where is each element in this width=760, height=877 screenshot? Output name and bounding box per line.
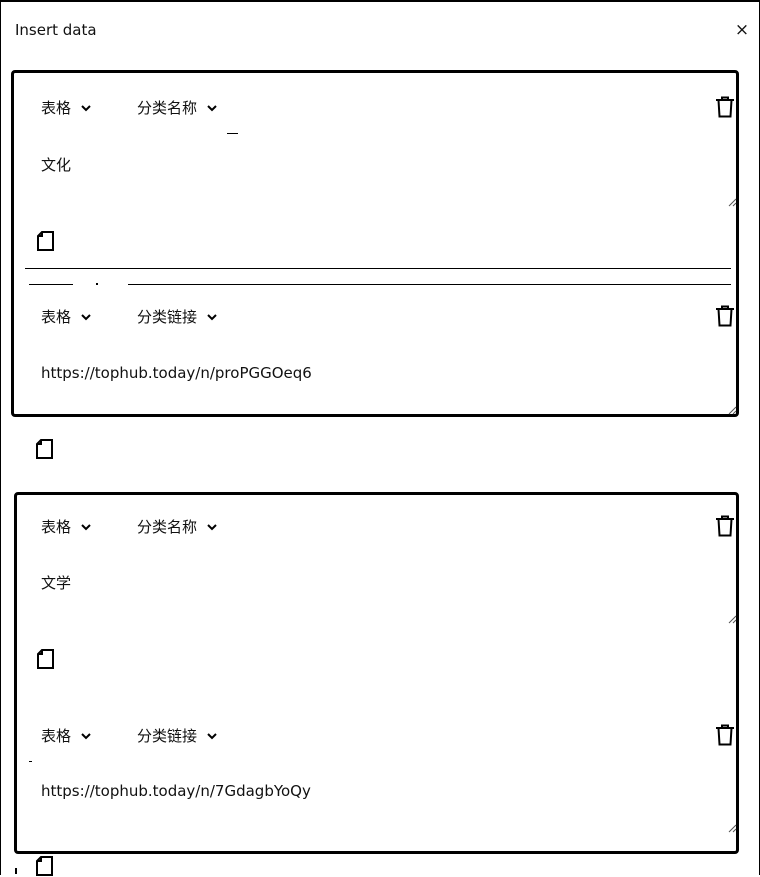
trash-icon[interactable] — [714, 724, 736, 746]
resize-handle-icon[interactable] — [727, 614, 737, 624]
field-select[interactable]: 分类名称 — [137, 97, 217, 118]
resize-handle-icon[interactable] — [727, 405, 737, 415]
field-select[interactable]: 分类链接 — [137, 725, 217, 746]
field-select[interactable]: 分类链接 — [137, 306, 217, 327]
type-select-label: 表格 — [41, 727, 72, 745]
type-select[interactable]: 表格 — [41, 306, 91, 327]
divider-dot — [96, 283, 98, 285]
value-textarea[interactable]: https://tophub.today/n/7GdagbYoQy — [41, 782, 311, 800]
divider — [128, 284, 731, 285]
value-textarea[interactable]: 文学 — [41, 572, 71, 593]
chevron-down-icon — [81, 523, 91, 530]
divider — [25, 268, 731, 269]
value-textarea[interactable]: 文化 — [41, 154, 71, 175]
resize-handle-icon[interactable] — [727, 823, 737, 833]
data-group-2: 表格 分类名称 文学 表格 分类链接 https://tophub.today/… — [14, 492, 739, 854]
chevron-down-icon — [207, 313, 217, 320]
edge-mark — [15, 868, 17, 874]
cursor-mark — [29, 761, 32, 762]
chevron-down-icon — [81, 732, 91, 739]
type-select-label: 表格 — [41, 99, 72, 117]
cursor-mark — [227, 133, 238, 134]
trash-icon[interactable] — [714, 96, 736, 118]
chevron-down-icon — [81, 313, 91, 320]
field-select-label: 分类名称 — [137, 99, 198, 117]
type-select[interactable]: 表格 — [41, 725, 91, 746]
document-icon[interactable] — [36, 648, 56, 670]
close-icon[interactable]: × — [732, 20, 752, 40]
chevron-down-icon — [81, 104, 91, 111]
field-select-label: 分类名称 — [137, 518, 198, 536]
type-select-label: 表格 — [41, 518, 72, 536]
field-select-label: 分类链接 — [137, 727, 198, 745]
type-select[interactable]: 表格 — [41, 97, 91, 118]
document-icon[interactable] — [35, 438, 55, 460]
type-select[interactable]: 表格 — [41, 516, 91, 537]
field-select[interactable]: 分类名称 — [137, 516, 217, 537]
dialog-title: Insert data — [15, 21, 97, 39]
field-select-label: 分类链接 — [137, 308, 198, 326]
type-select-label: 表格 — [41, 308, 72, 326]
divider — [29, 284, 73, 285]
document-icon[interactable] — [35, 855, 55, 877]
chevron-down-icon — [207, 523, 217, 530]
document-icon[interactable] — [36, 230, 56, 252]
resize-handle-icon[interactable] — [727, 197, 737, 207]
chevron-down-icon — [207, 732, 217, 739]
chevron-down-icon — [207, 104, 217, 111]
value-textarea[interactable]: https://tophub.today/n/proPGGOeq6 — [41, 364, 312, 382]
trash-icon[interactable] — [714, 305, 736, 327]
insert-data-dialog: Insert data × 表格 分类名称 文化 表格 分类链接 https:/… — [0, 0, 760, 877]
data-group-1: 表格 分类名称 文化 表格 分类链接 https://tophub.today/… — [11, 70, 739, 417]
trash-icon[interactable] — [714, 515, 736, 537]
